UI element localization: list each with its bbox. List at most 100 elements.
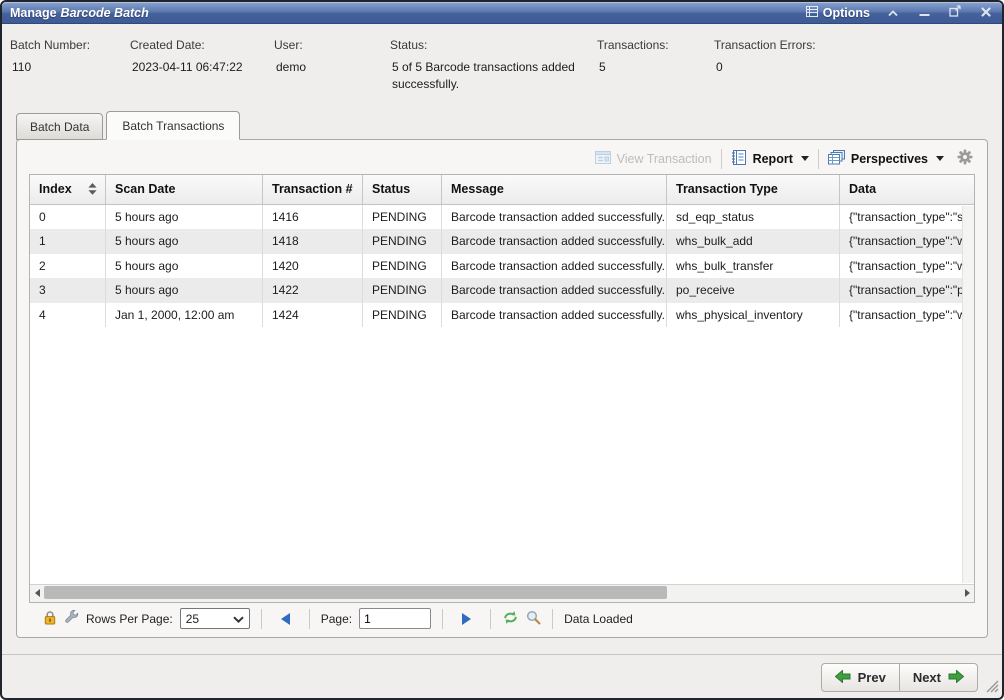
transaction-errors-label: Transaction Errors: <box>714 38 816 52</box>
resize-grip[interactable] <box>984 678 999 696</box>
title-prefix: Manage <box>10 6 57 20</box>
column-header-data-label: Data <box>849 175 876 204</box>
status-value: 5 of 5 Barcode transactions added succes… <box>390 59 587 94</box>
user-field: User: demo <box>274 38 390 94</box>
lock-icon <box>43 610 57 628</box>
table-row[interactable]: 2 5 hours ago 1420 PENDING Barcode trans… <box>30 254 974 279</box>
cell-transaction-no: 1420 <box>263 254 363 279</box>
cell-index: 4 <box>30 303 106 328</box>
page-label: Page: <box>321 612 352 626</box>
next-label: Next <box>913 670 941 685</box>
scroll-right-arrow[interactable] <box>960 584 974 602</box>
cell-message: Barcode transaction added successfully. <box>442 278 667 303</box>
rows-per-page-value: 25 <box>186 612 199 626</box>
column-header-status-label: Status <box>372 175 410 204</box>
transaction-errors-value: 0 <box>714 59 816 76</box>
column-header-transaction-type-label: Transaction Type <box>676 175 778 204</box>
cell-scan-date: 5 hours ago <box>106 254 263 279</box>
refresh-button[interactable] <box>502 610 519 628</box>
table-row[interactable]: 4 Jan 1, 2000, 12:00 am 1424 PENDING Bar… <box>30 303 974 328</box>
column-header-data[interactable]: Data <box>840 175 974 204</box>
grid-header-row: Index Scan Date Transaction # Status Mes… <box>30 175 974 205</box>
column-header-index[interactable]: Index <box>30 175 106 204</box>
scroll-left-arrow[interactable] <box>30 584 44 602</box>
close-icon <box>981 6 991 20</box>
popout-button[interactable] <box>947 5 963 21</box>
pagination-separator <box>490 609 491 629</box>
arrow-right-icon <box>948 670 964 686</box>
next-page-button[interactable] <box>462 613 471 625</box>
column-header-message[interactable]: Message <box>442 175 667 204</box>
view-transaction-button[interactable]: View Transaction <box>595 151 712 167</box>
created-date-field: Created Date: 2023-04-11 06:47:22 <box>130 38 274 94</box>
prev-button[interactable]: Prev <box>821 663 900 692</box>
tab-batch-data[interactable]: Batch Data <box>16 113 103 140</box>
cell-status: PENDING <box>363 303 442 328</box>
cell-message: Barcode transaction added successfully. <box>442 254 667 279</box>
column-header-scan-date[interactable]: Scan Date <box>106 175 263 204</box>
cell-index: 0 <box>30 205 106 230</box>
column-header-transaction-no[interactable]: Transaction # <box>263 175 363 204</box>
table-row[interactable]: 0 5 hours ago 1416 PENDING Barcode trans… <box>30 205 974 230</box>
table-row[interactable]: 1 5 hours ago 1418 PENDING Barcode trans… <box>30 229 974 254</box>
pagination-separator <box>552 609 553 629</box>
cell-transaction-type: whs_bulk_add <box>667 229 840 254</box>
footer-divider <box>2 654 1002 655</box>
vertical-scrollbar[interactable] <box>962 206 974 583</box>
page-number-input[interactable] <box>359 608 431 629</box>
wrench-icon <box>64 610 79 628</box>
horizontal-scrollbar-thumb[interactable] <box>44 586 667 599</box>
collapse-button[interactable] <box>885 5 901 21</box>
detail-view-icon <box>595 151 611 167</box>
report-label: Report <box>753 152 793 166</box>
column-header-transaction-no-label: Transaction # <box>272 175 353 204</box>
report-button[interactable]: Report <box>731 150 809 168</box>
title-emphasis: Barcode Batch <box>61 6 149 20</box>
minimize-button[interactable] <box>916 5 932 21</box>
column-header-transaction-type[interactable]: Transaction Type <box>667 175 840 204</box>
grid-empty-area <box>30 327 974 584</box>
lock-button[interactable] <box>43 610 57 628</box>
cell-status: PENDING <box>363 205 442 230</box>
arrow-left-icon <box>835 670 851 686</box>
user-value: demo <box>274 59 380 76</box>
table-row[interactable]: 3 5 hours ago 1422 PENDING Barcode trans… <box>30 278 974 303</box>
column-header-scan-date-label: Scan Date <box>115 175 175 204</box>
cell-transaction-type: whs_physical_inventory <box>667 303 840 328</box>
cell-data: {"transaction_type":"sd_eqp_statu <box>840 205 974 230</box>
status-label: Status: <box>390 38 587 52</box>
batch-info-header: Batch Number: 110 Created Date: 2023-04-… <box>2 24 1002 94</box>
minus-icon <box>919 6 930 20</box>
rows-per-page-select[interactable]: 25 <box>180 608 250 629</box>
batch-transactions-panel: View Transaction Report Perspectives <box>16 139 988 638</box>
horizontal-scrollbar-track[interactable] <box>44 584 960 602</box>
status-field: Status: 5 of 5 Barcode transactions adde… <box>390 38 597 94</box>
settings-wrench-button[interactable] <box>64 610 79 628</box>
cell-transaction-type: whs_bulk_transfer <box>667 254 840 279</box>
sort-icon <box>88 183 97 195</box>
grid-settings-button[interactable] <box>957 149 973 168</box>
user-label: User: <box>274 38 380 52</box>
tab-bar: Batch Data Batch Transactions <box>16 111 1002 139</box>
gear-icon <box>957 154 973 168</box>
cell-transaction-type: sd_eqp_status <box>667 205 840 230</box>
column-header-status[interactable]: Status <box>363 175 442 204</box>
close-button[interactable] <box>978 5 994 21</box>
search-button[interactable] <box>526 610 541 628</box>
next-button[interactable]: Next <box>899 663 978 692</box>
pagination-separator <box>309 609 310 629</box>
refresh-icon <box>502 610 519 628</box>
popout-icon <box>949 5 961 20</box>
cell-index: 1 <box>30 229 106 254</box>
perspectives-button[interactable]: Perspectives <box>828 150 944 168</box>
cell-scan-date: 5 hours ago <box>106 205 263 230</box>
transactions-grid: Index Scan Date Transaction # Status Mes… <box>29 174 975 603</box>
triangle-right-icon <box>965 589 970 597</box>
cell-transaction-type: po_receive <box>667 278 840 303</box>
options-label: Options <box>823 6 870 20</box>
options-menu-button[interactable]: Options <box>806 6 870 20</box>
pagination-bar: Rows Per Page: 25 Page: <box>17 603 987 637</box>
view-transaction-label: View Transaction <box>617 152 712 166</box>
prev-page-button[interactable] <box>281 613 290 625</box>
tab-batch-transactions[interactable]: Batch Transactions <box>106 111 240 140</box>
